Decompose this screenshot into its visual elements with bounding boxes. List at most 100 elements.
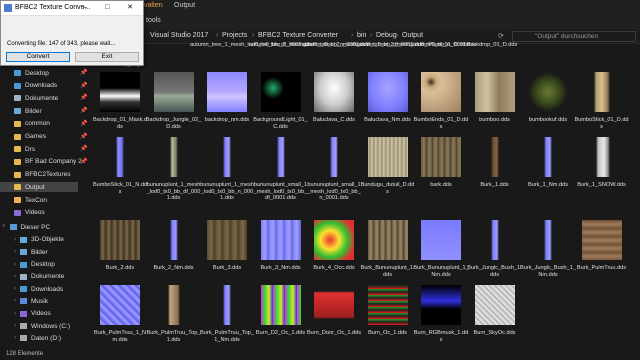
sidebar-pc-item[interactable]: › Desktop: [14, 260, 55, 270]
file-item[interactable]: Burk_1.dds: [469, 137, 521, 207]
pin-icon[interactable]: 📌: [80, 107, 87, 114]
pin-icon[interactable]: 📌: [80, 145, 87, 152]
chevron-right-icon[interactable]: ›: [14, 274, 16, 280]
chevron-right-icon[interactable]: ›: [14, 335, 16, 341]
file-item[interactable]: Burk_PulmTruu_Top_1_Nm.dds: [200, 285, 254, 355]
file-item[interactable]: Burk_PulmTruu_Top_1.dds: [147, 285, 200, 355]
file-item[interactable]: Burk_2.dds: [94, 220, 146, 290]
file-item[interactable]: Bundugu_dutuil_D.dds: [361, 137, 414, 207]
exit-button[interactable]: Exit: [75, 52, 139, 62]
file-name: bununuplunt_small_1_mesh_lod0_tx0_bb_n_0…: [307, 182, 361, 202]
chevron-right-icon[interactable]: ›: [14, 323, 16, 329]
pin-icon[interactable]: 📌: [80, 158, 87, 165]
sidebar-item[interactable]: TexCon: [14, 195, 47, 205]
chevron-right-icon[interactable]: ›: [14, 237, 16, 243]
sidebar-item[interactable]: Games: [14, 132, 46, 142]
breadcrumb-item[interactable]: Projects: [222, 32, 247, 39]
breadcrumb-item[interactable]: Visual Studio 2017: [150, 32, 208, 39]
file-item[interactable]: bununuplunt_small_1_mesh_lod0_tx0_bb_n_0…: [307, 137, 361, 207]
tab-manage[interactable]: valten: [144, 2, 163, 9]
sidebar-pc-item[interactable]: › Videos: [14, 309, 51, 319]
sidebar-item-label: Drs: [25, 145, 36, 153]
file-item[interactable]: bark.dds: [415, 137, 467, 207]
sidebar-item[interactable]: Drs: [14, 144, 35, 154]
chevron-right-icon[interactable]: ›: [14, 249, 16, 255]
file-item[interactable]: BumboStick_01_N.dds: [93, 137, 147, 207]
file-item[interactable]: BackgroundLight_01_C.dds: [253, 72, 308, 142]
sidebar-pc-item[interactable]: › Downloads: [14, 284, 63, 294]
chevron-right-icon[interactable]: ›: [14, 262, 16, 268]
file-item[interactable]: Burk_4_Occ.dds: [308, 220, 360, 290]
file-item[interactable]: Burk_PulmTruu_1_Nm.dds: [94, 285, 146, 355]
chevron-right-icon[interactable]: ›: [14, 311, 16, 317]
sidebar-pc-item[interactable]: › Daten (D:): [14, 333, 61, 343]
file-item[interactable]: Burn_RGBmusk_1.dds: [414, 285, 468, 355]
convert-button[interactable]: Convert: [6, 52, 70, 62]
sidebar-item[interactable]: Downloads: [14, 81, 57, 91]
file-thumbnail: [367, 72, 408, 112]
tab-output[interactable]: Output: [174, 2, 195, 9]
file-item[interactable]: bumboo.dds: [469, 72, 521, 142]
file-item[interactable]: Baluclava_C.dds: [308, 72, 360, 142]
file-item[interactable]: Burk_3.dds: [201, 220, 253, 290]
sidebar-item[interactable]: common: [14, 119, 50, 129]
file-item[interactable]: Burk_Junglc_Bush_1_Nm.dds: [520, 220, 576, 290]
sidebar-item-label: Dieser PC: [20, 223, 51, 231]
file-item[interactable]: Burk_Bununuplunt_1_Nm.dds: [413, 220, 469, 290]
breadcrumb-item[interactable]: BFBC2 Texture Converter: [258, 32, 338, 39]
file-item[interactable]: Burn_SkyOc.dds: [469, 285, 521, 355]
file-item[interactable]: Burk_3_Nm.dds: [255, 220, 307, 290]
sidebar-item[interactable]: Bilder: [14, 106, 42, 116]
file-thumbnail: [153, 72, 194, 112]
file-item[interactable]: Burn_D2_Oc_1.dds: [255, 285, 307, 355]
sidebar-item[interactable]: Dokumente: [14, 93, 58, 103]
pin-icon[interactable]: 📌: [80, 120, 87, 127]
chevron-down-icon[interactable]: ˅: [2, 224, 6, 230]
file-item[interactable]: Burk_PulmTruu.dds: [576, 220, 628, 290]
file-item[interactable]: Backdrop_Jungle_02_D.dds: [146, 72, 201, 142]
sidebar-item[interactable]: Desktop: [14, 68, 49, 78]
file-item[interactable]: Burk_Junglc_Bush_1.dds: [467, 220, 522, 290]
sidebar-item[interactable]: BFBC2Textures: [14, 170, 71, 180]
file-item[interactable]: bumbookuf.dds: [522, 72, 574, 142]
file-item[interactable]: Burk_1_SNOW.dds: [576, 137, 628, 207]
file-item[interactable]: Burk_Bununuplunt_1.dds: [361, 220, 414, 290]
sidebar-pc-item[interactable]: › Dokumente: [14, 272, 64, 282]
file-item[interactable]: bununuplunt_small_1_mesh_lod0_tx0_bb_df_…: [254, 137, 307, 207]
breadcrumb-item[interactable]: bin: [357, 32, 366, 39]
sidebar-pc-item[interactable]: › 3D-Objekte: [14, 235, 64, 245]
pin-icon[interactable]: 📌: [80, 133, 87, 140]
sidebar-pc-item[interactable]: › Windows (C:): [14, 321, 70, 331]
file-item[interactable]: Burk_2_Nm.dds: [148, 220, 200, 290]
file-item[interactable]: BumboStick_01_D.dds: [574, 72, 629, 142]
file-item[interactable]: Burn_Oc_1.dds: [362, 285, 414, 355]
sidebar-item[interactable]: Videos: [14, 208, 45, 218]
file-item[interactable]: bununuplunt_1_mesh_lod0_tx0_bb_n_0001.dd…: [200, 137, 254, 207]
chevron-right-icon[interactable]: ›: [14, 286, 16, 292]
breadcrumb-item[interactable]: Debug: [376, 32, 397, 39]
file-item[interactable]: Burk_1_Nm.dds: [522, 137, 574, 207]
breadcrumb-item[interactable]: Output: [402, 32, 423, 39]
file-item[interactable]: Burn_Door_Oc_1.dds: [307, 285, 361, 355]
pin-icon[interactable]: 📌: [80, 82, 87, 89]
pin-icon[interactable]: 📌: [80, 69, 87, 76]
chevron-right-icon[interactable]: ›: [14, 298, 16, 304]
file-name: Burn_D2_Oc_1.dds: [255, 330, 306, 336]
sidebar-pc-item[interactable]: › Bilder: [14, 247, 48, 257]
file-item[interactable]: bununuplunt_1_mesh_lod0_tx0_bb_df_0001.d…: [147, 137, 200, 207]
sidebar-pc-item[interactable]: › Musik: [14, 296, 48, 306]
file-item[interactable]: backdrop_nm.dds: [201, 72, 253, 142]
file-item[interactable]: Backdrop_01_Mask.dds: [93, 72, 147, 142]
pin-icon[interactable]: 📌: [80, 94, 87, 101]
sidebar-item[interactable]: BF Bad Company 2: [14, 157, 82, 167]
search-input[interactable]: "Output" durchsuchen: [512, 31, 636, 42]
sidebar-this-pc[interactable]: ˅ Dieser PC: [2, 222, 50, 232]
file-thumbnail: [421, 285, 461, 325]
sidebar-item[interactable]: Output: [0, 182, 78, 193]
file-item[interactable]: BumboEnds_01_D.dds: [414, 72, 468, 142]
file-item[interactable]: Baluclava_Nm.dds: [362, 72, 414, 142]
refresh-icon[interactable]: ⟳: [498, 32, 504, 40]
folder-icon: [20, 261, 27, 268]
window-controls[interactable]: – □ ✕: [83, 3, 141, 11]
dialog-titlebar[interactable]: BFBC2 Texture Conve... – □ ✕: [1, 1, 143, 16]
